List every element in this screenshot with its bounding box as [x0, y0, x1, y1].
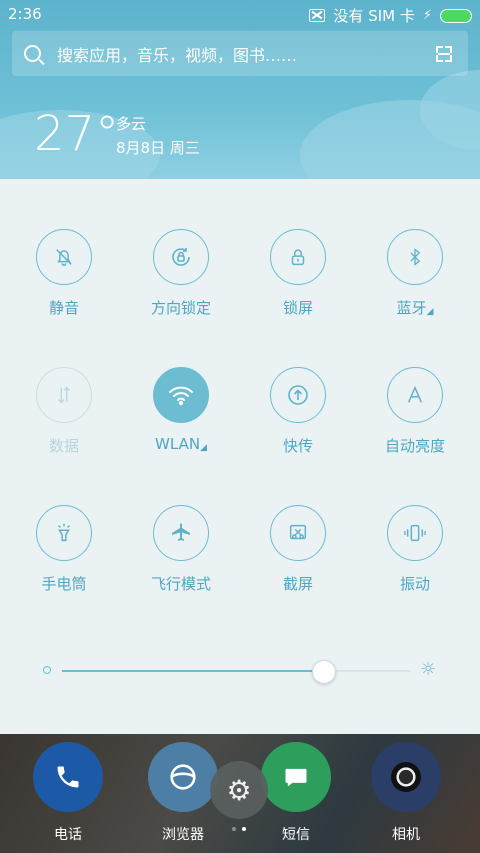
temperature[interactable]: 27°: [34, 106, 119, 162]
expand-triangle-icon: ◢: [426, 307, 434, 317]
brightness-low-icon: [43, 666, 51, 674]
airplane-icon: [153, 505, 209, 561]
expand-triangle-icon: ◢: [200, 443, 207, 453]
brightness-track[interactable]: [62, 660, 410, 684]
bell-off-icon: [36, 229, 92, 285]
battery-icon: [440, 8, 472, 23]
tile-label: 数据: [48, 437, 79, 455]
sim-status-text: 没有 SIM 卡: [333, 7, 415, 25]
tile-screenshot[interactable]: 截屏: [238, 505, 358, 594]
rotation-lock-icon: [153, 229, 209, 285]
browser-icon: [148, 742, 218, 812]
tile-lock-screen[interactable]: 锁屏: [238, 229, 358, 318]
phone-icon: [33, 742, 103, 812]
dock-app-messages[interactable]: 短信: [258, 742, 334, 844]
tile-mobile-data[interactable]: 数据: [4, 367, 124, 456]
dock-label: 浏览器: [162, 827, 204, 843]
search-icon: [24, 45, 41, 62]
bolt-icon: ⚡: [422, 8, 432, 23]
search-input[interactable]: 搜索应用，音乐，视频，图书……: [57, 42, 436, 66]
tile-label: 振动: [399, 575, 430, 593]
auto-brightness-icon: [387, 367, 443, 423]
brightness-thumb[interactable]: [312, 660, 336, 684]
tile-label: WLAN: [155, 435, 201, 453]
search-bar[interactable]: 搜索应用，音乐，视频，图书……: [12, 31, 468, 76]
lock-icon: [270, 229, 326, 285]
data-icon: [36, 367, 92, 423]
dock-label: 相机: [392, 827, 420, 843]
bluetooth-icon: [387, 229, 443, 285]
vibrate-icon: [387, 505, 443, 561]
tile-wlan[interactable]: WLAN◢: [121, 367, 241, 453]
brightness-fill: [62, 670, 323, 672]
tile-label: 静音: [48, 299, 79, 317]
tile-airplane-mode[interactable]: 飞行模式: [121, 505, 241, 594]
quick-settings-panel: 静音 方向锁定 锁屏 蓝牙◢ 数据 WLAN◢ 快传 自动亮度 手电筒 飞行模式…: [0, 179, 480, 734]
dock-app-phone[interactable]: 电话: [30, 742, 106, 844]
page-dot: [232, 827, 236, 831]
gear-icon: ⚙: [226, 773, 252, 807]
brightness-high-icon: ☼: [420, 659, 437, 680]
status-time: 2:36: [8, 5, 42, 23]
tile-bluetooth[interactable]: 蓝牙◢: [355, 229, 475, 318]
page-indicator: [232, 827, 246, 831]
tile-label: 方向锁定: [150, 299, 211, 317]
screenshot-icon: [270, 505, 326, 561]
tile-vibrate[interactable]: 振动: [355, 505, 475, 594]
tile-rotation-lock[interactable]: 方向锁定: [121, 229, 241, 318]
settings-gear-button[interactable]: ⚙: [210, 761, 268, 819]
tile-auto-brightness[interactable]: 自动亮度: [355, 367, 475, 456]
scan-icon[interactable]: [436, 45, 452, 62]
page-dot-active: [242, 827, 246, 831]
tile-flashlight[interactable]: 手电筒: [4, 505, 124, 594]
tile-label: 截屏: [282, 575, 313, 593]
wifi-icon: [153, 367, 209, 423]
weather-header: 2:36 没有 SIM 卡 ⚡ 搜索应用，音乐，视频，图书…… 27° 多云 8…: [0, 0, 480, 180]
dock-label: 短信: [282, 827, 310, 843]
brightness-slider[interactable]: ☼: [40, 659, 440, 684]
no-sim-icon: [309, 9, 326, 22]
flashlight-icon: [36, 505, 92, 561]
tile-label: 自动亮度: [384, 437, 445, 455]
tile-label: 蓝牙: [396, 299, 427, 317]
dock-label: 电话: [54, 827, 82, 843]
weather-condition: 多云: [116, 115, 147, 133]
camera-icon: [371, 742, 441, 812]
tile-quick-transfer[interactable]: 快传: [238, 367, 358, 456]
status-bar: 2:36 没有 SIM 卡 ⚡: [0, 0, 480, 28]
date-text: 8月8日 周三: [116, 139, 200, 157]
tile-label: 锁屏: [282, 299, 313, 317]
tile-label: 手电筒: [41, 575, 87, 593]
tile-label: 快传: [282, 437, 313, 455]
transfer-icon: [270, 367, 326, 423]
dock-app-camera[interactable]: 相机: [368, 742, 444, 844]
tile-silent[interactable]: 静音: [4, 229, 124, 318]
tile-label: 飞行模式: [150, 575, 211, 593]
message-icon: [261, 742, 331, 812]
